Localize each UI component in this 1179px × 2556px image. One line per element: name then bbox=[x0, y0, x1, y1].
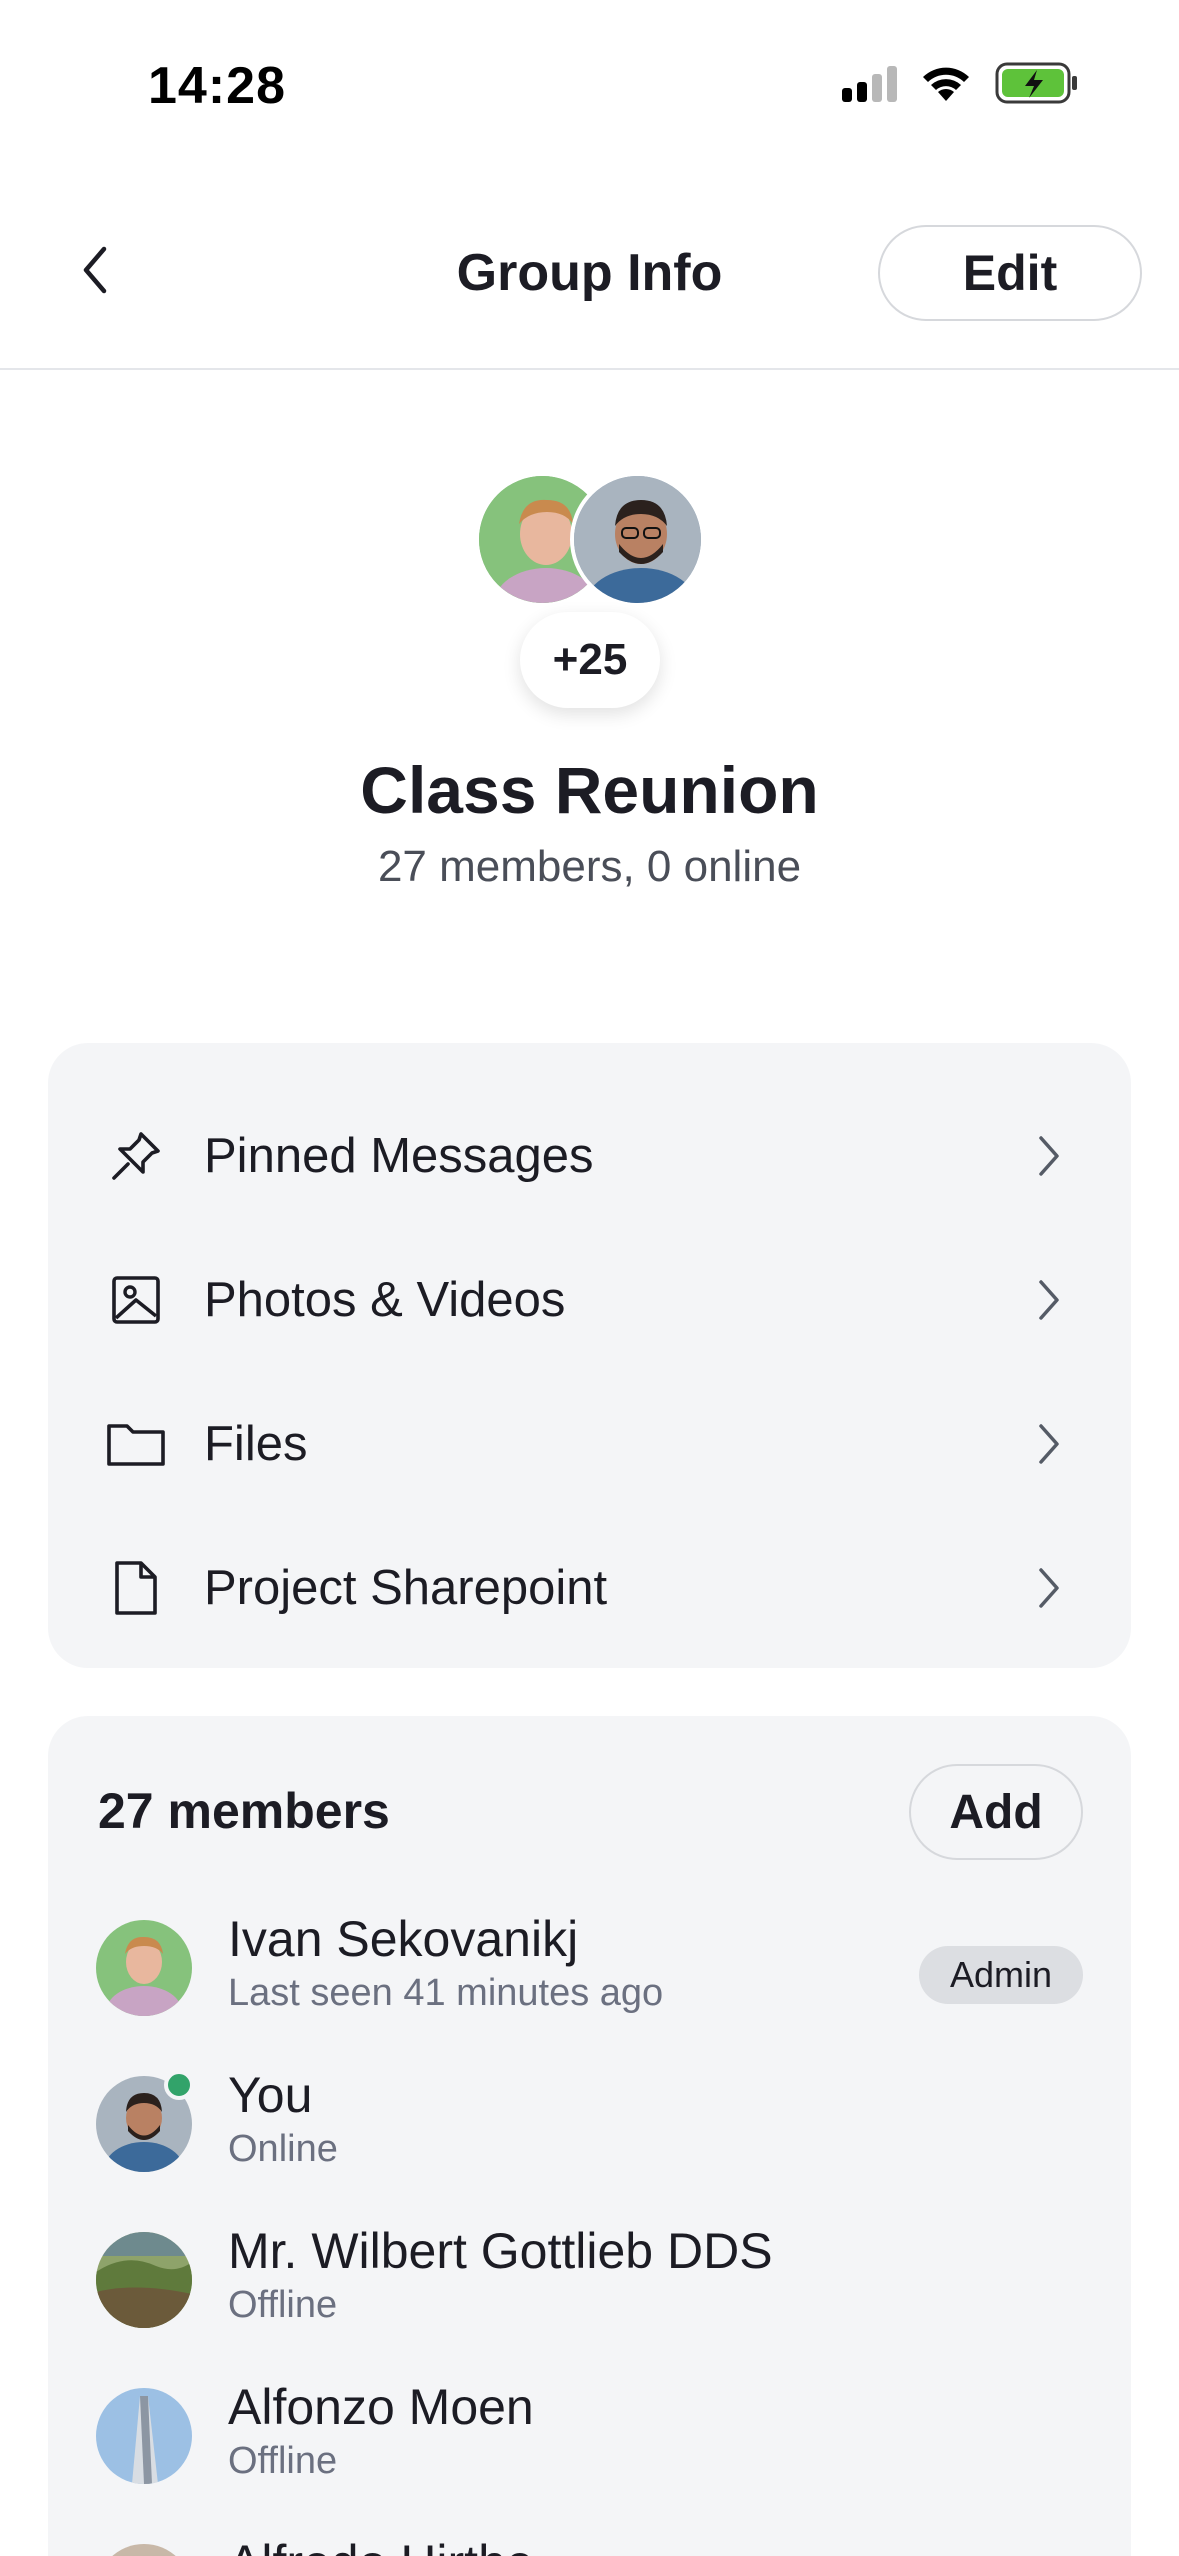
member-status: Last seen 41 minutes ago bbox=[228, 1972, 664, 2014]
image-icon bbox=[104, 1268, 168, 1332]
member-name: Alfredo Hirthe bbox=[228, 2534, 534, 2556]
group-member-summary: 27 members, 0 online bbox=[377, 842, 802, 891]
member-row[interactable]: Alfonzo Moen Offline bbox=[48, 2350, 1131, 2506]
menu-item-files[interactable]: Files bbox=[48, 1372, 1131, 1516]
menu-item-pinned-messages[interactable]: Pinned Messages bbox=[48, 1084, 1131, 1228]
folder-icon bbox=[104, 1412, 168, 1476]
menu-item-photos-videos[interactable]: Photos & Videos bbox=[48, 1228, 1131, 1372]
nav-bar: Group Info Edit bbox=[0, 175, 1179, 370]
avatar bbox=[96, 2232, 192, 2328]
menu-item-label: Pinned Messages bbox=[204, 1129, 594, 1183]
avatar bbox=[96, 2544, 192, 2556]
group-menu-card: Pinned Messages Photos & Videos Files Pr… bbox=[48, 1043, 1131, 1668]
avatar bbox=[570, 472, 705, 607]
status-time: 14:28 bbox=[148, 57, 286, 115]
edit-button[interactable]: Edit bbox=[878, 225, 1142, 321]
group-name: Class Reunion bbox=[360, 753, 819, 827]
member-row[interactable]: Mr. Wilbert Gottlieb DDS Offline bbox=[48, 2194, 1131, 2350]
avatar bbox=[96, 2388, 192, 2484]
add-member-button[interactable]: Add bbox=[909, 1764, 1083, 1860]
wifi-icon bbox=[923, 67, 969, 101]
menu-item-label: Project Sharepoint bbox=[204, 1561, 608, 1615]
menu-item-project-sharepoint[interactable]: Project Sharepoint bbox=[48, 1516, 1131, 1660]
chevron-right-icon bbox=[1029, 1558, 1069, 1618]
member-name: You bbox=[228, 2067, 313, 2123]
admin-badge: Admin bbox=[919, 1946, 1083, 2004]
member-status: Offline bbox=[228, 2284, 338, 2326]
member-row[interactable]: You Online bbox=[48, 2038, 1131, 2194]
member-status: Offline bbox=[228, 2440, 338, 2482]
menu-item-label: Photos & Videos bbox=[204, 1273, 566, 1327]
member-name: Alfonzo Moen bbox=[228, 2379, 534, 2435]
chevron-right-icon bbox=[1029, 1414, 1069, 1474]
cellular-signal-icon bbox=[842, 64, 897, 102]
member-status: Online bbox=[228, 2128, 338, 2170]
chevron-right-icon bbox=[1029, 1126, 1069, 1186]
member-name: Ivan Sekovanikj bbox=[228, 1911, 579, 1967]
member-name: Mr. Wilbert Gottlieb DDS bbox=[228, 2223, 773, 2279]
members-card: 27 members Add Ivan Sekovanikj Last seen… bbox=[48, 1716, 1131, 2556]
online-indicator bbox=[164, 2070, 194, 2100]
status-bar: 14:28 bbox=[0, 0, 1179, 175]
menu-item-label: Files bbox=[204, 1417, 308, 1471]
members-count-title: 27 members bbox=[98, 1783, 390, 1839]
group-avatar-stack[interactable] bbox=[475, 472, 705, 607]
status-icons bbox=[842, 62, 1079, 104]
more-members-badge[interactable]: +25 bbox=[520, 612, 660, 708]
battery-charging-icon bbox=[995, 62, 1077, 104]
member-row[interactable]: Ivan Sekovanikj Last seen 41 minutes ago… bbox=[48, 1882, 1131, 2038]
member-row[interactable]: Alfredo Hirthe bbox=[48, 2506, 1131, 2556]
document-icon bbox=[104, 1556, 168, 1620]
avatar bbox=[96, 1920, 192, 2016]
chevron-right-icon bbox=[1029, 1270, 1069, 1330]
pin-icon bbox=[104, 1124, 168, 1188]
